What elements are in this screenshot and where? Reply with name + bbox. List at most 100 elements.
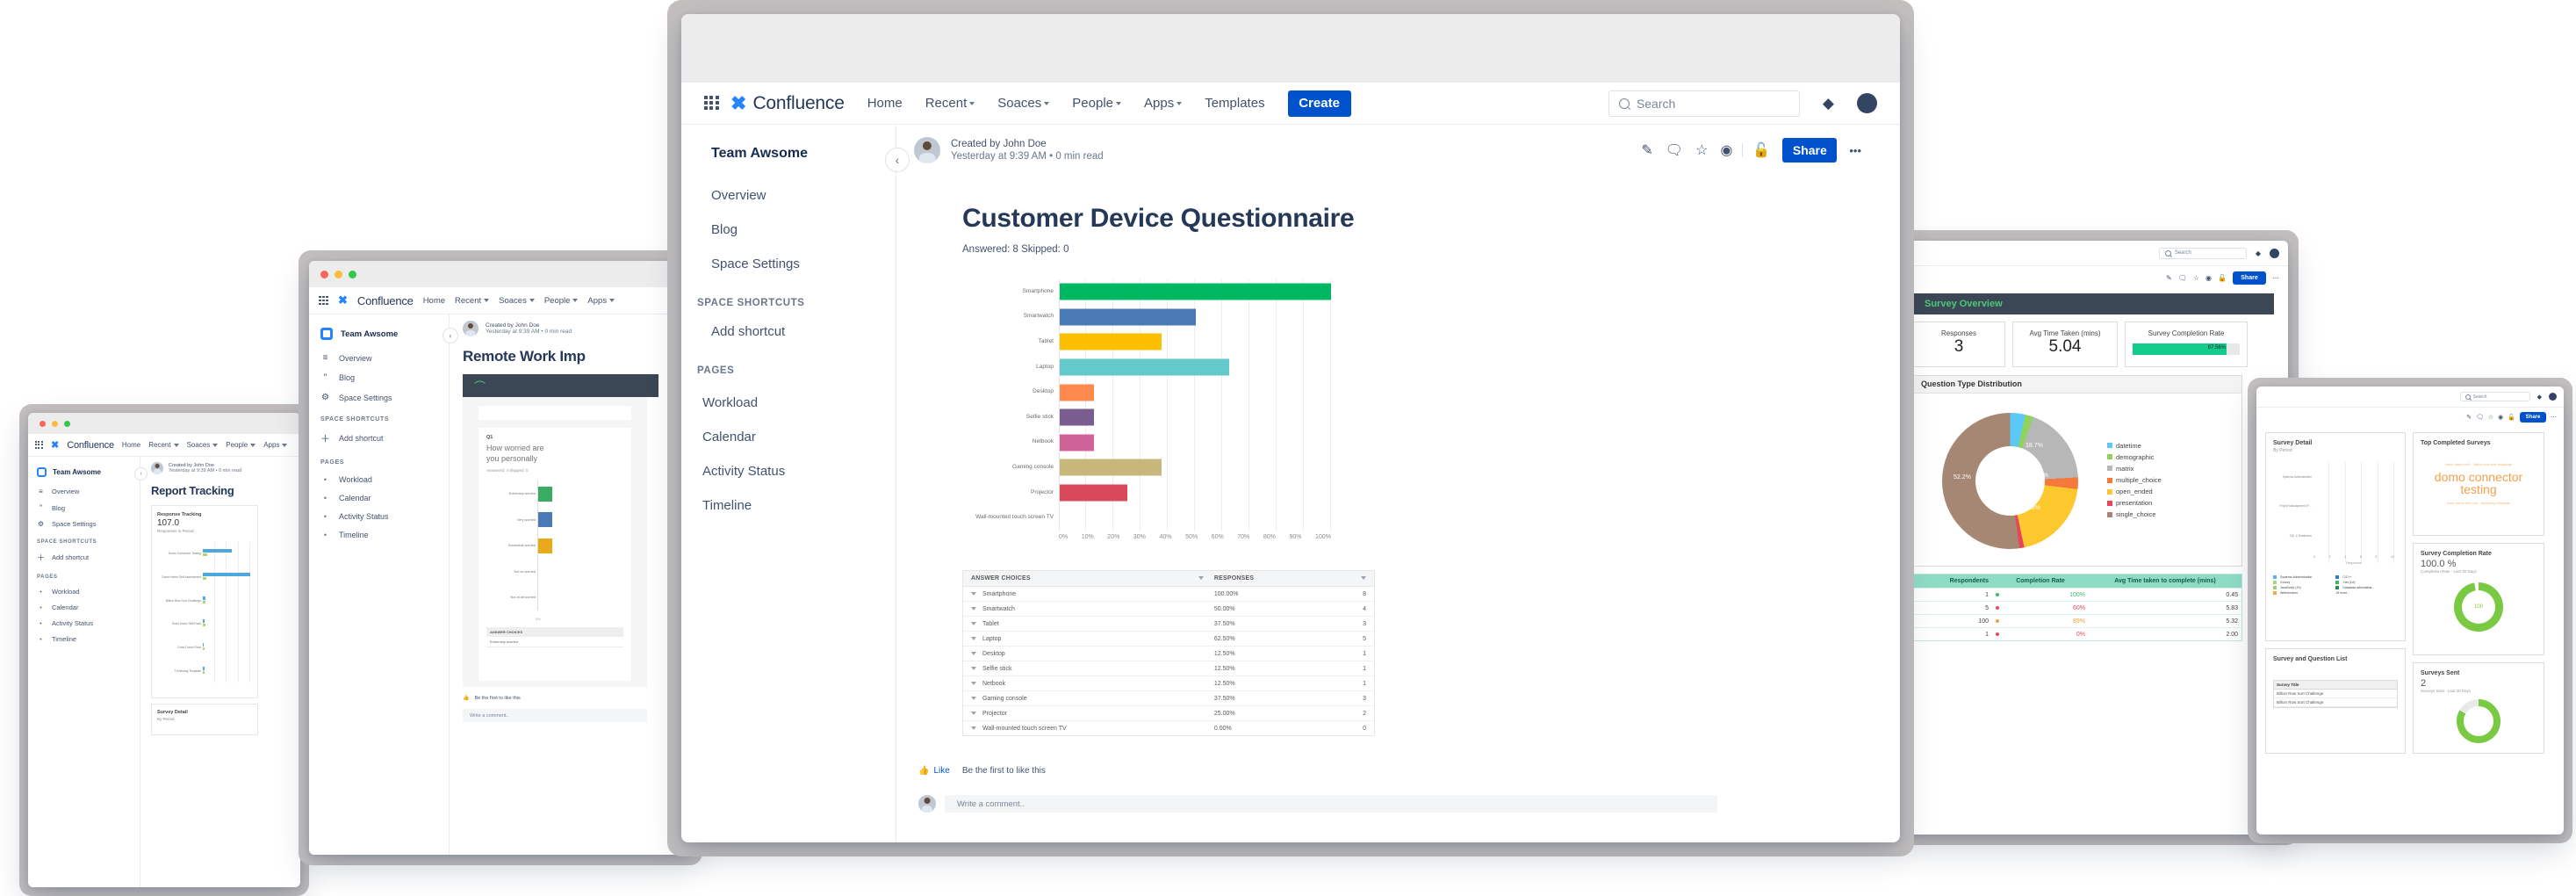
nav-recent[interactable]: Recent	[455, 296, 490, 306]
edit-icon[interactable]: ✎	[2166, 274, 2172, 282]
nav-people[interactable]: People	[544, 296, 579, 306]
legend-item[interactable]: Webservices	[2273, 591, 2330, 595]
legend-item[interactable]: presentation	[2107, 497, 2162, 509]
confluence-wordmark[interactable]: Confluence	[67, 440, 114, 451]
th-count-sort-icon[interactable]	[1321, 575, 1374, 582]
space-title[interactable]: Team Awsome	[341, 329, 398, 339]
avatar[interactable]	[2270, 248, 2279, 258]
sidebar-item-overview[interactable]: Overview	[711, 188, 866, 203]
search-input[interactable]: Search	[2158, 247, 2247, 259]
row-expand-icon[interactable]	[971, 637, 976, 640]
nav-apps[interactable]: Apps	[263, 441, 288, 449]
confluence-logo-icon[interactable]: ✖	[338, 293, 348, 307]
nav-recent[interactable]: Recent	[925, 96, 975, 111]
restrictions-lock-icon[interactable]: 🔓	[1752, 141, 1770, 159]
restrictions-lock-icon[interactable]: 🔓	[2508, 414, 2515, 421]
star-icon[interactable]: ☆	[1695, 141, 1708, 159]
row-expand-icon[interactable]	[971, 667, 976, 670]
nav-spaces[interactable]: Soaces	[499, 296, 535, 306]
sidebar-item-blog[interactable]: Blog	[339, 373, 355, 382]
row-expand-icon[interactable]	[971, 607, 976, 611]
legend-item[interactable]: multiple_choice	[2107, 474, 2162, 486]
nav-home[interactable]: Home	[867, 96, 903, 111]
sidebar-item-timeline[interactable]: Timeline	[339, 531, 369, 539]
sidebar-item-workload[interactable]: Workload	[702, 395, 866, 410]
legend-item[interactable]: Groovy	[2273, 581, 2330, 584]
nav-spaces[interactable]: Soaces	[187, 441, 219, 449]
more-actions-button[interactable]: •••	[1849, 144, 1861, 157]
notifications-icon[interactable]: ◆	[2256, 249, 2261, 257]
share-button[interactable]: Share	[1782, 138, 1838, 163]
confluence-wordmark[interactable]: Confluence	[752, 93, 844, 114]
search-input[interactable]: Search	[2459, 392, 2530, 401]
thumbs-up-icon[interactable]: 👍	[463, 695, 469, 701]
traffic-lights[interactable]	[28, 420, 70, 427]
sidebar-item-workload[interactable]: Workload	[52, 588, 80, 596]
comment-icon[interactable]: 🗨	[2178, 274, 2187, 282]
maximize-window-dot[interactable]	[349, 270, 356, 278]
share-button[interactable]: Share	[2520, 412, 2546, 423]
sidebar-item-space-settings[interactable]: Space Settings	[711, 257, 866, 271]
legend-item[interactable]: datetime	[2107, 440, 2162, 452]
collapse-sidebar-button[interactable]: ‹	[443, 328, 458, 343]
star-icon[interactable]: ☆	[2488, 414, 2493, 421]
sidebar-item-add-shortcut[interactable]: Add shortcut	[52, 553, 89, 561]
watch-icon[interactable]: ◉	[2498, 414, 2503, 421]
sidebar-item-blog[interactable]: Blog	[52, 504, 65, 512]
sidebar-item-timeline[interactable]: Timeline	[702, 498, 866, 513]
nav-home[interactable]: Home	[122, 441, 140, 449]
legend-item[interactable]: single_choice	[2107, 509, 2162, 520]
app-switcher-icon[interactable]	[35, 441, 43, 449]
more-actions-button[interactable]: ⋯	[2551, 414, 2557, 421]
comment-icon[interactable]: 🗨	[2476, 414, 2484, 421]
row-expand-icon[interactable]	[971, 592, 976, 596]
legend-item[interactable]: open_ended	[2107, 486, 2162, 497]
sidebar-item-calendar[interactable]: Calendar	[52, 603, 78, 611]
notifications-icon[interactable]: ◆	[2537, 394, 2542, 401]
sidebar-item-blog[interactable]: Blog	[711, 222, 866, 237]
sidebar-item-add-shortcut[interactable]: Add shortcut	[339, 434, 384, 443]
comment-icon[interactable]: 🗨	[1666, 141, 1683, 159]
legend-item[interactable]: Database administrat...	[2335, 586, 2385, 589]
sidebar-item-space-settings[interactable]: Space Settings	[339, 394, 392, 402]
sidebar-item-activity-status[interactable]: Activity Status	[702, 464, 866, 479]
row-expand-icon[interactable]	[971, 712, 976, 715]
comment-input[interactable]: Write a comment..	[463, 709, 647, 722]
nav-spaces[interactable]: Soaces	[997, 96, 1050, 111]
notifications-icon[interactable]: ◆	[1823, 95, 1834, 112]
create-button[interactable]: Create	[1287, 90, 1351, 117]
like-button[interactable]: 👍 Like	[918, 766, 950, 776]
sidebar-item-add-shortcut[interactable]: Add shortcut	[711, 324, 866, 339]
legend-item-more[interactable]: 15 more...	[2335, 591, 2385, 595]
legend-item[interactable]: C/C++	[2335, 575, 2385, 579]
nav-recent[interactable]: Recent	[148, 441, 179, 449]
sidebar-item-workload[interactable]: Workload	[339, 475, 372, 484]
close-window-dot[interactable]	[320, 270, 328, 278]
legend-item[interactable]: demographic	[2107, 452, 2162, 463]
sidebar-item-overview[interactable]: Overview	[52, 488, 79, 495]
confluence-logo-icon[interactable]: ✖	[730, 92, 746, 115]
avatar[interactable]	[2549, 393, 2557, 401]
minimize-window-dot[interactable]	[335, 270, 342, 278]
app-switcher-icon[interactable]	[704, 95, 720, 112]
search-input[interactable]: Search	[1608, 90, 1800, 117]
confluence-wordmark[interactable]: Confluence	[357, 294, 414, 307]
more-actions-button[interactable]: ⋯	[2272, 274, 2279, 282]
app-switcher-icon[interactable]	[319, 295, 328, 306]
nav-apps[interactable]: Apps	[587, 296, 615, 306]
nav-apps[interactable]: Apps	[1144, 96, 1183, 111]
minimize-window-dot[interactable]	[52, 420, 58, 427]
sidebar-item-activity-status[interactable]: Activity Status	[339, 512, 389, 521]
share-button[interactable]: Share	[2233, 271, 2266, 285]
row-expand-icon[interactable]	[971, 726, 976, 730]
row-expand-icon[interactable]	[971, 682, 976, 685]
nav-home[interactable]: Home	[423, 296, 445, 306]
sidebar-item-space-settings[interactable]: Space Settings	[52, 520, 96, 528]
legend-item[interactable]: JavaScript (JS)	[2273, 586, 2330, 589]
edit-icon[interactable]: ✎	[2466, 414, 2472, 421]
restrictions-lock-icon[interactable]: 🔓	[2218, 274, 2227, 282]
nav-templates[interactable]: Templates	[1205, 96, 1264, 111]
row-expand-icon[interactable]	[971, 652, 976, 655]
edit-icon[interactable]: ✎	[1641, 141, 1652, 159]
sidebar-item-calendar[interactable]: Calendar	[702, 430, 866, 444]
